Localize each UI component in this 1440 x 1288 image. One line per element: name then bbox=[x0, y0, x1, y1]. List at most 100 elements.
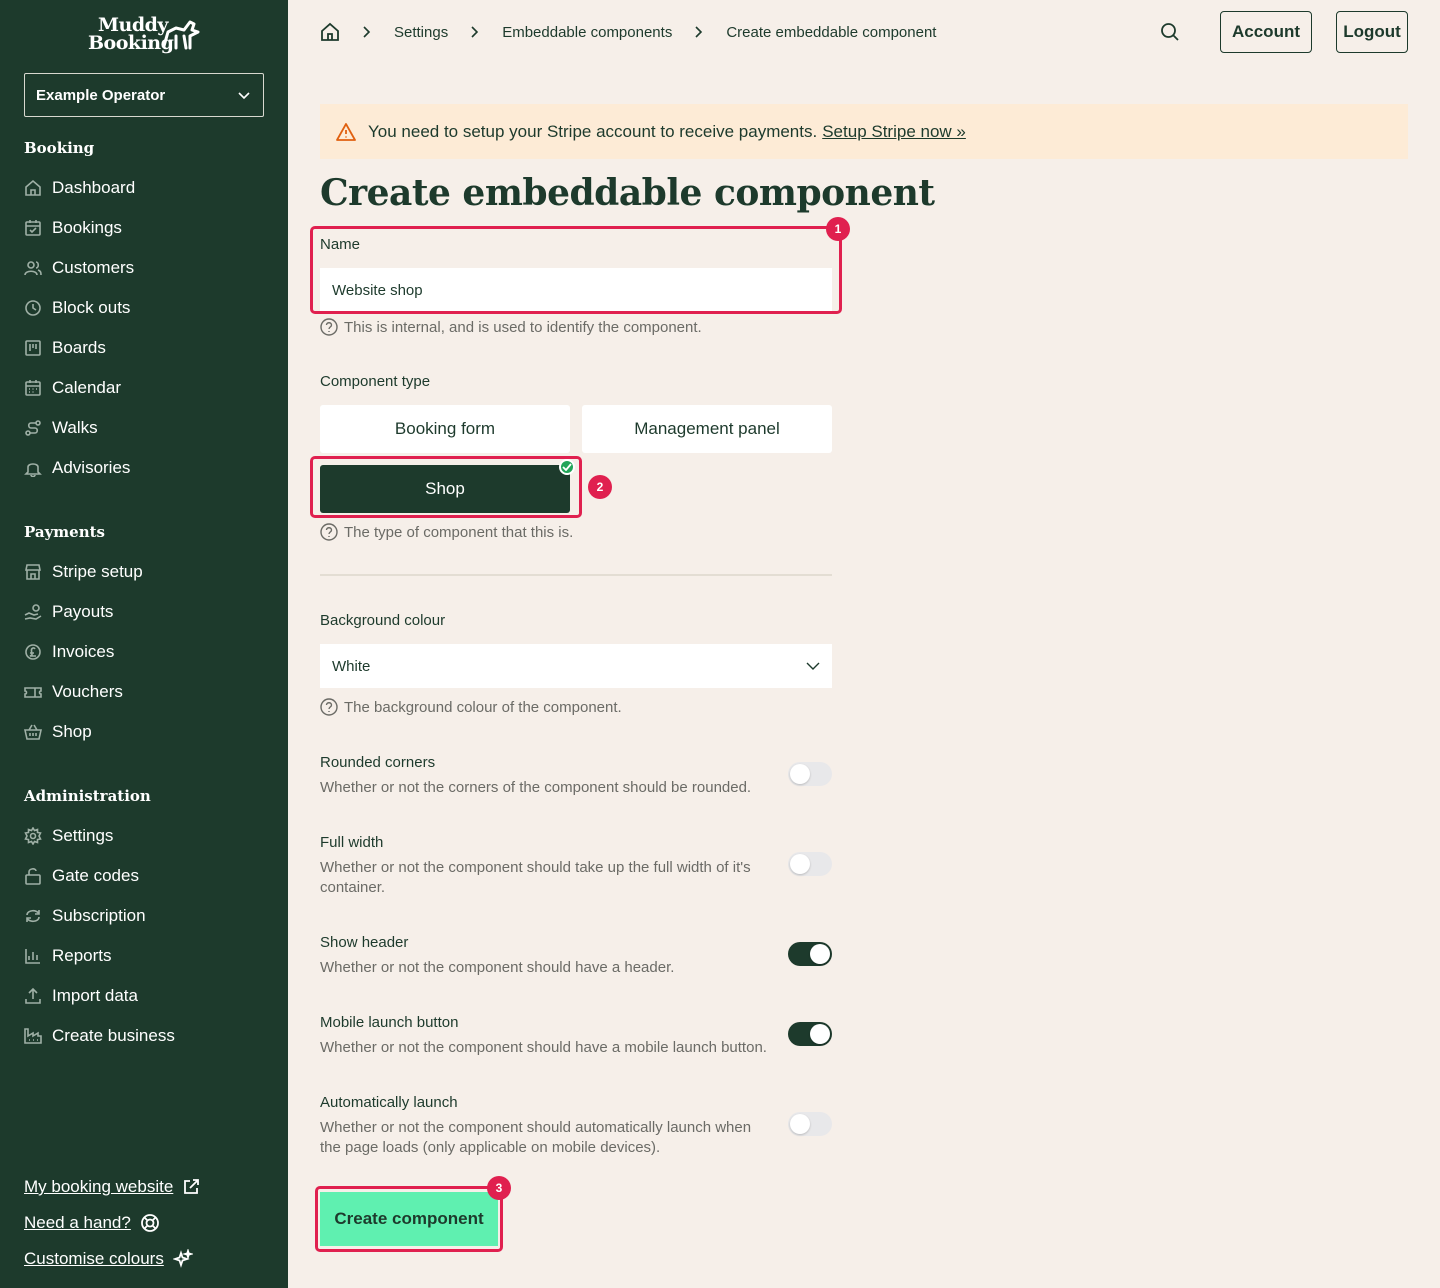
option-mobile-launch-title: Mobile launch button bbox=[320, 1014, 459, 1031]
account-button[interactable]: Account bbox=[1220, 11, 1312, 53]
sparkles-icon bbox=[172, 1249, 193, 1268]
selected-check-icon bbox=[559, 459, 575, 475]
sidebar-item-dashboard[interactable]: Dashboard bbox=[24, 174, 135, 202]
stripe-alert: You need to setup your Stripe account to… bbox=[320, 104, 1408, 159]
setup-stripe-link[interactable]: Setup Stripe now » bbox=[822, 122, 966, 142]
factory-icon bbox=[24, 1028, 42, 1044]
sidebar-item-vouchers[interactable]: Vouchers bbox=[24, 678, 123, 706]
operator-name: Example Operator bbox=[36, 86, 166, 104]
background-colour-select[interactable]: White bbox=[320, 644, 832, 688]
lifebuoy-icon bbox=[140, 1214, 159, 1232]
type-booking-form-button[interactable]: Booking form bbox=[320, 405, 570, 453]
sidebar-item-walks[interactable]: Walks bbox=[24, 414, 98, 442]
breadcrumb-home[interactable] bbox=[320, 22, 340, 42]
sidebar-item-stripe-setup[interactable]: Stripe setup bbox=[24, 558, 143, 586]
sidebar-item-advisories[interactable]: Advisories bbox=[24, 454, 130, 482]
store-icon bbox=[25, 564, 41, 580]
sidebar-item-label: Gate codes bbox=[52, 866, 139, 885]
sidebar-item-label: Calendar bbox=[52, 378, 121, 397]
mobile-launch-toggle[interactable] bbox=[788, 1022, 832, 1046]
search-button[interactable] bbox=[1160, 22, 1180, 47]
question-circle-icon bbox=[320, 523, 338, 541]
sidebar-item-label: Invoices bbox=[52, 642, 115, 661]
bell-icon bbox=[24, 463, 42, 477]
calendar-icon bbox=[25, 380, 41, 396]
alert-text: You need to setup your Stripe account to… bbox=[368, 121, 818, 141]
operator-select[interactable]: Example Operator bbox=[24, 73, 264, 117]
sidebar-item-label: Stripe setup bbox=[52, 562, 143, 581]
sidebar-item-import-data[interactable]: Import data bbox=[24, 982, 138, 1010]
sidebar-item-block-outs[interactable]: Block outs bbox=[24, 294, 130, 322]
full-width-toggle[interactable] bbox=[788, 852, 832, 876]
question-circle-icon bbox=[320, 698, 338, 716]
sidebar-item-label: Payouts bbox=[52, 602, 114, 621]
chevron-right-icon bbox=[471, 26, 479, 38]
name-help-text: This is internal, and is used to identif… bbox=[344, 318, 702, 336]
option-full-width-title: Full width bbox=[320, 834, 384, 851]
sidebar-item-shop[interactable]: Shop bbox=[24, 718, 92, 746]
type-help-text: The type of component that this is. bbox=[344, 523, 574, 541]
section-title-administration: Administration bbox=[24, 787, 151, 805]
show-header-toggle[interactable] bbox=[788, 942, 832, 966]
background-colour-label: Background colour bbox=[320, 612, 446, 629]
sidebar-item-label: Shop bbox=[52, 722, 92, 741]
refresh-icon bbox=[26, 909, 40, 923]
question-circle-icon bbox=[320, 318, 338, 336]
sidebar-item-invoices[interactable]: Invoices bbox=[24, 638, 114, 666]
chevron-right-icon bbox=[363, 26, 371, 38]
sidebar-item-label: Subscription bbox=[52, 906, 146, 925]
sidebar-item-customers[interactable]: Customers bbox=[24, 254, 134, 282]
customise-colours-link[interactable]: Customise colours bbox=[24, 1249, 193, 1269]
sidebar-item-label: Dashboard bbox=[52, 178, 136, 197]
sidebar-item-payouts[interactable]: Payouts bbox=[24, 598, 113, 626]
home-icon bbox=[25, 179, 41, 196]
sidebar-item-label: Walks bbox=[52, 418, 98, 437]
sidebar-item-boards[interactable]: Boards bbox=[24, 334, 106, 362]
option-auto-launch-title: Automatically launch bbox=[320, 1094, 458, 1111]
upload-icon bbox=[25, 987, 41, 1004]
sidebar-item-calendar[interactable]: Calendar bbox=[24, 374, 121, 402]
sidebar-item-label: Block outs bbox=[52, 298, 131, 317]
logout-button[interactable]: Logout bbox=[1336, 11, 1408, 53]
sidebar-item-settings[interactable]: Settings bbox=[24, 822, 113, 850]
chevron-down-icon bbox=[238, 92, 250, 100]
dog-logo-icon bbox=[162, 20, 200, 50]
sidebar-item-label: Bookings bbox=[52, 218, 122, 237]
component-type-label: Component type bbox=[320, 373, 431, 390]
breadcrumb-embeddable-components[interactable]: Embeddable components bbox=[502, 24, 672, 41]
annotation-badge-1: 1 bbox=[826, 217, 850, 241]
breadcrumb: Settings Embeddable components Create em… bbox=[320, 20, 936, 44]
option-auto-launch-desc: Whether or not the component should auto… bbox=[320, 1119, 752, 1156]
rounded-corners-toggle[interactable] bbox=[788, 762, 832, 786]
sidebar-item-label: Advisories bbox=[52, 458, 131, 477]
pound-icon bbox=[25, 644, 41, 660]
my-booking-website-link[interactable]: My booking website bbox=[24, 1177, 200, 1197]
sidebar-item-reports[interactable]: Reports bbox=[24, 942, 112, 970]
background-help-text: The background colour of the component. bbox=[344, 698, 622, 716]
need-a-hand-link[interactable]: Need a hand? bbox=[24, 1213, 160, 1233]
option-show-header-desc: Whether or not the component should have… bbox=[320, 959, 675, 976]
gear-icon bbox=[24, 827, 42, 845]
type-management-panel-button[interactable]: Management panel bbox=[582, 405, 832, 453]
sidebar-item-label: Vouchers bbox=[52, 682, 123, 701]
annotation-box-1 bbox=[310, 226, 842, 314]
warning-icon bbox=[336, 122, 356, 141]
need-a-hand-label: Need a hand? bbox=[24, 1213, 131, 1232]
route-icon bbox=[25, 420, 41, 436]
sidebar-item-create-business[interactable]: Create business bbox=[24, 1022, 175, 1050]
sidebar-item-gate-codes[interactable]: Gate codes bbox=[24, 862, 139, 890]
breadcrumb-settings[interactable]: Settings bbox=[394, 24, 448, 41]
sidebar-item-subscription[interactable]: Subscription bbox=[24, 902, 146, 930]
sidebar: Muddy Booking Example Operator Booking D… bbox=[0, 0, 288, 1288]
type-help: The type of component that this is. bbox=[320, 523, 573, 541]
divider bbox=[320, 574, 832, 576]
breadcrumb-current: Create embeddable component bbox=[726, 23, 937, 41]
option-full-width-desc: Whether or not the component should take… bbox=[320, 859, 751, 896]
chevron-right-icon bbox=[695, 26, 703, 38]
background-help: The background colour of the component. bbox=[320, 698, 622, 716]
auto-launch-toggle[interactable] bbox=[788, 1112, 832, 1136]
users-icon bbox=[24, 261, 42, 276]
sidebar-item-label: Boards bbox=[52, 338, 106, 357]
sidebar-item-bookings[interactable]: Bookings bbox=[24, 214, 122, 242]
search-icon bbox=[1161, 23, 1179, 41]
